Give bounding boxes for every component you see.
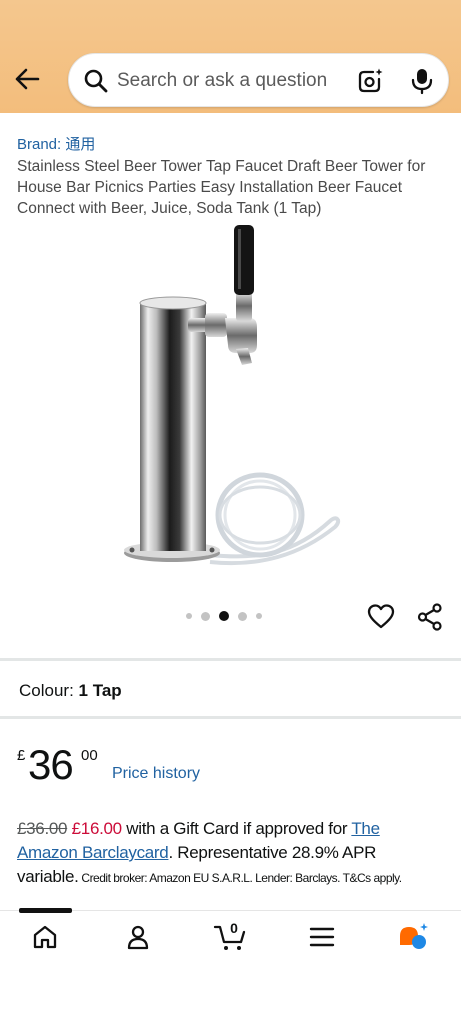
search-input[interactable]: [117, 64, 357, 98]
back-arrow-icon[interactable]: [10, 62, 44, 96]
price-fraction: 00: [81, 747, 98, 764]
colour-value: 1 Tap: [78, 681, 122, 700]
colour-label: Colour:: [19, 681, 74, 700]
rufus-assistant-icon[interactable]: [397, 920, 431, 954]
brand-link[interactable]: Brand: 通用: [17, 133, 95, 154]
product-image[interactable]: [110, 215, 350, 580]
credit-fine-print: Credit broker: Amazon EU S.A.R.L. Lender…: [78, 871, 402, 885]
carousel-dot-active[interactable]: [219, 611, 229, 621]
promo-text: with a Gift Card if approved for: [121, 819, 352, 838]
carousel-dot[interactable]: [201, 611, 210, 621]
section-divider: [0, 716, 461, 719]
active-tab-indicator: [19, 908, 72, 913]
section-divider: [0, 658, 461, 661]
carousel-dot[interactable]: [238, 611, 247, 621]
carousel-dot[interactable]: [186, 613, 192, 619]
heart-icon[interactable]: [367, 603, 395, 631]
product-title: Stainless Steel Beer Tower Tap Faucet Dr…: [17, 158, 426, 217]
carousel-dot[interactable]: [256, 613, 262, 619]
search-bar[interactable]: [68, 53, 449, 107]
price-whole: 36: [28, 741, 74, 788]
image-carousel-dots[interactable]: [186, 611, 262, 621]
microphone-icon[interactable]: [410, 67, 434, 95]
camera-search-icon[interactable]: [356, 67, 384, 95]
account-icon[interactable]: [121, 920, 155, 954]
price-currency: £: [17, 747, 26, 764]
share-icon[interactable]: [417, 603, 443, 631]
search-icon[interactable]: [83, 68, 109, 94]
promo-price: £16.00: [71, 819, 123, 838]
old-price: £36.00: [17, 819, 68, 838]
menu-icon[interactable]: [305, 920, 339, 954]
home-icon[interactable]: [28, 920, 62, 954]
price-history-link[interactable]: Price history: [112, 765, 200, 783]
cart-count: 0: [230, 920, 238, 936]
barclaycard-promo: £36.00 £16.00 with a Gift Card if approv…: [17, 817, 442, 890]
colour-selector[interactable]: Colour: 1 Tap: [19, 681, 122, 701]
